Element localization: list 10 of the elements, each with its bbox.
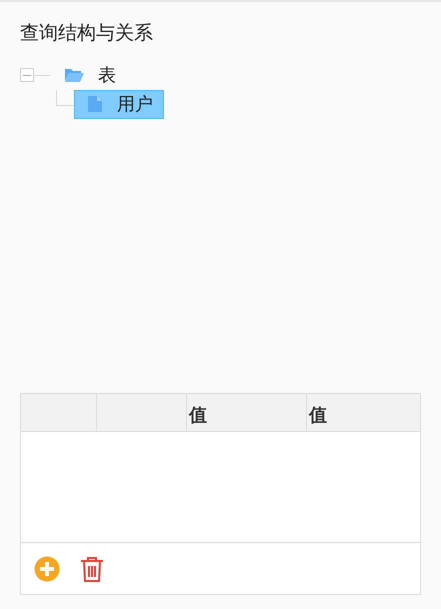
- add-button[interactable]: [34, 556, 60, 582]
- folder-icon: [64, 67, 84, 83]
- tree-item[interactable]: 用户: [74, 90, 164, 118]
- column-header: 值: [189, 404, 207, 427]
- collapse-toggle[interactable]: [20, 68, 34, 82]
- tree-item[interactable]: 表: [52, 60, 126, 90]
- trash-button[interactable]: [80, 556, 104, 582]
- column-header: 值: [309, 404, 327, 427]
- file-icon: [87, 95, 103, 113]
- panel-title: 查询结构与关系: [20, 22, 153, 46]
